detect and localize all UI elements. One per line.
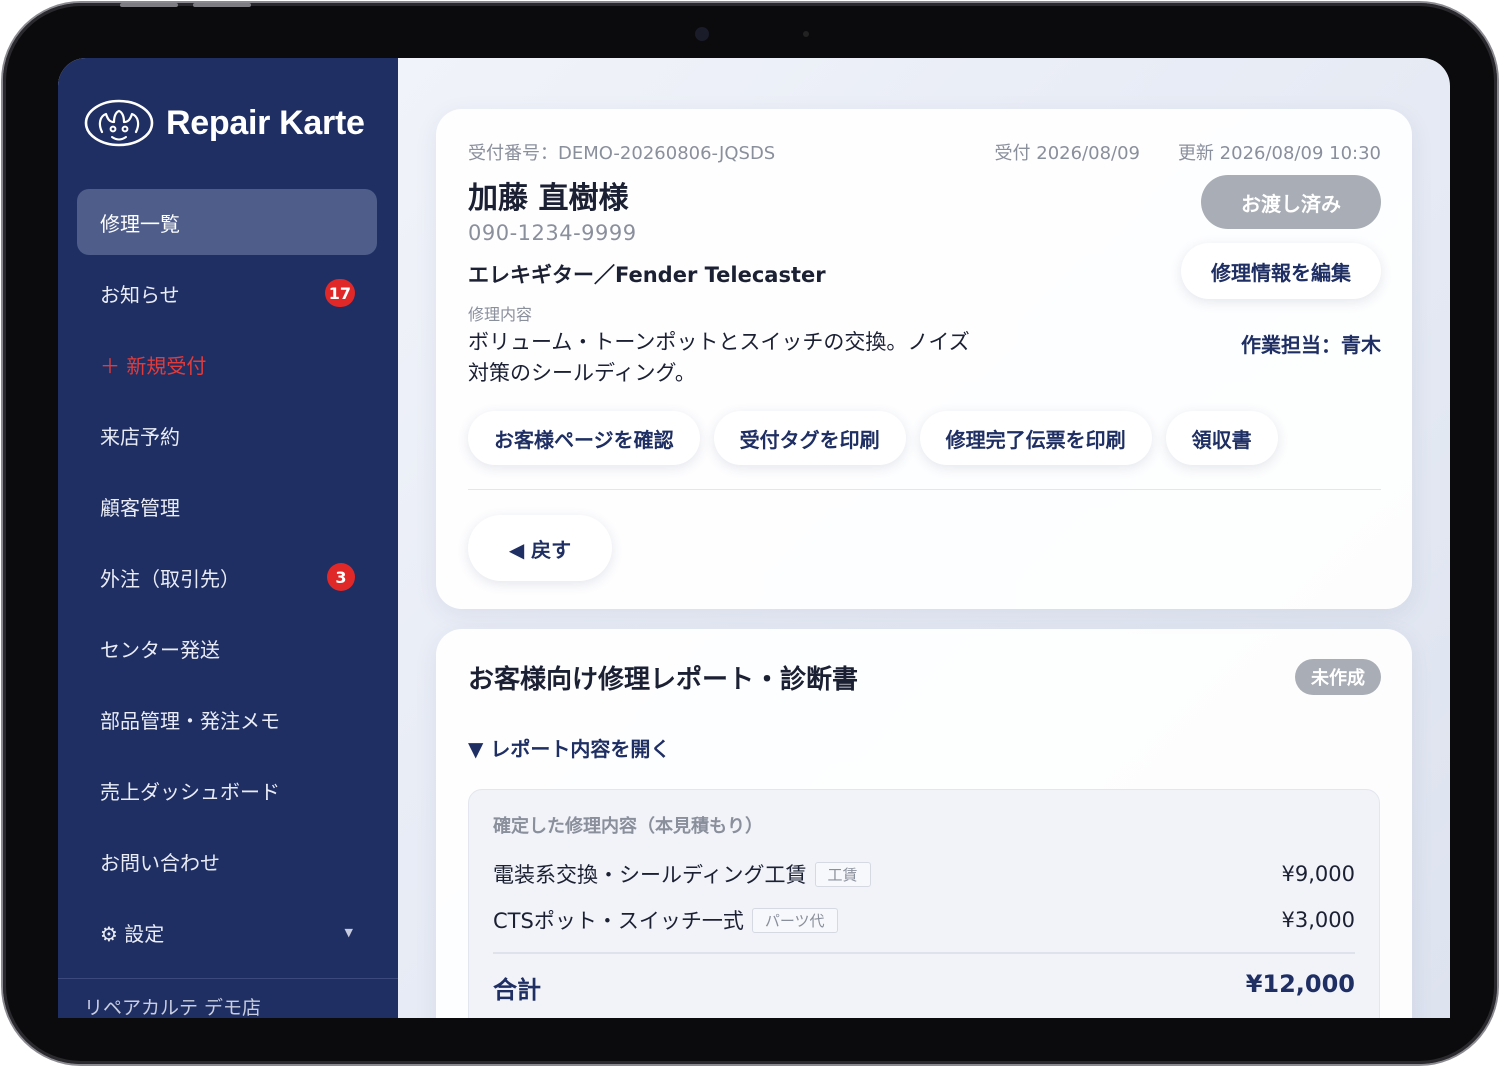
power-button [193, 3, 251, 7]
line-tag: 工賃 [814, 861, 871, 887]
action-buttons: お客様ページを確認 受付タグを印刷 修理完了伝票を印刷 領収書 [468, 411, 1278, 465]
line-price: ¥3,000 [1281, 908, 1355, 932]
receipt-button[interactable]: 領収書 [1165, 411, 1278, 465]
sidebar-item-settings[interactable]: ⚙ 設定 ▼ [77, 899, 377, 965]
sidebar-item-label: お知らせ [100, 282, 180, 307]
print-completion-slip-button[interactable]: 修理完了伝票を印刷 [919, 411, 1152, 465]
assignee: 作業担当：青木 [1241, 333, 1381, 357]
view-customer-page-button[interactable]: お客様ページを確認 [468, 411, 700, 465]
app-logo[interactable]: Repair Karte [84, 98, 365, 148]
repair-detail-card: 受付番号：DEMO-20260806-JQSDS 受付 2026/08/09 更… [436, 109, 1412, 609]
sidebar-item-label: センター発送 [100, 637, 220, 662]
sidebar-item-label: 来店予約 [100, 424, 180, 449]
estimate-box: 確定した修理内容（本見積もり） 電装系交換・シールディング工賃 工賃 ¥9,00… [468, 789, 1380, 1018]
back-button[interactable]: ◀ 戻す [468, 515, 612, 581]
customer-phone: 090-1234-9999 [468, 221, 637, 245]
repair-content: ボリューム・トーンポットとスイッチの交換。ノイズ対策のシールディング。 [468, 330, 970, 385]
sidebar-item-sales-dashboard[interactable]: 売上ダッシュボード [77, 757, 377, 823]
sidebar-item-outsourcing[interactable]: 外注（取引先） 3 [77, 544, 377, 610]
instrument-name: エレキギター／Fender Telecaster [468, 263, 826, 287]
total-row: 合計 ¥12,000 [493, 970, 1355, 1005]
sidebar-divider [58, 978, 398, 979]
sensor-dot [803, 31, 809, 37]
sidebar-item-center-shipping[interactable]: センター発送 [77, 615, 377, 681]
open-report-toggle[interactable]: ▼ レポート内容を開く [468, 733, 670, 762]
sidebar: Repair Karte 修理一覧 お知らせ 17 ＋ 新規受付 来店予約 顧客… [58, 58, 398, 1018]
total-amount: ¥12,000 [1245, 970, 1355, 998]
sidebar-item-new-intake[interactable]: ＋ 新規受付 [77, 331, 377, 397]
volume-button [120, 3, 178, 7]
total-divider [493, 952, 1355, 954]
report-title: お客様向け修理レポート・診断書 [468, 665, 859, 695]
line-tag: パーツ代 [751, 907, 838, 933]
sidebar-item-label: お問い合わせ [100, 850, 220, 875]
estimate-heading: 確定した修理内容（本見積もり） [493, 816, 763, 837]
sidebar-item-label: ⚙ 設定 [100, 921, 165, 946]
front-camera [695, 27, 709, 41]
sidebar-item-contact[interactable]: お問い合わせ [77, 828, 377, 894]
tablet-frame: Repair Karte 修理一覧 お知らせ 17 ＋ 新規受付 来店予約 顧客… [3, 3, 1497, 1064]
line-name: CTSポット・スイッチ一式 [493, 909, 744, 933]
sidebar-item-label: 修理一覧 [100, 211, 180, 236]
sidebar-item-customers[interactable]: 顧客管理 [77, 473, 377, 539]
updated-date: 更新 2026/08/09 10:30 [1177, 143, 1381, 164]
edit-repair-button[interactable]: 修理情報を編集 [1181, 243, 1381, 299]
receipt-number: 受付番号：DEMO-20260806-JQSDS [468, 143, 776, 164]
sidebar-item-repair-list[interactable]: 修理一覧 [77, 189, 377, 255]
line-price: ¥9,000 [1281, 862, 1355, 886]
repair-content-label: 修理内容 [468, 305, 533, 324]
total-label: 合計 [493, 976, 541, 1004]
report-status-badge: 未作成 [1295, 659, 1381, 695]
divider [468, 489, 1381, 490]
notification-badge: 17 [324, 279, 355, 307]
sidebar-nav: 修理一覧 お知らせ 17 ＋ 新規受付 来店予約 顧客管理 外注（取引先） 3 [77, 189, 377, 970]
customer-name: 加藤 直樹様 [468, 181, 629, 216]
sidebar-item-label: 売上ダッシュボード [100, 779, 280, 804]
outsourcing-badge: 3 [327, 563, 355, 591]
sidebar-item-parts[interactable]: 部品管理・発注メモ [77, 686, 377, 752]
sidebar-item-label: 顧客管理 [100, 495, 180, 520]
report-card: お客様向け修理レポート・診断書 未作成 ▼ レポート内容を開く 確定した修理内容… [436, 629, 1412, 1018]
chevron-down-icon: ▼ [344, 925, 353, 939]
screen: Repair Karte 修理一覧 お知らせ 17 ＋ 新規受付 来店予約 顧客… [58, 58, 1450, 1018]
sidebar-item-notices[interactable]: お知らせ 17 [77, 260, 377, 326]
sidebar-item-label: ＋ 新規受付 [100, 353, 207, 378]
estimate-line: 電装系交換・シールディング工賃 工賃 ¥9,000 [493, 858, 1355, 890]
received-date: 受付 2026/08/09 [994, 143, 1140, 164]
status-badge: お渡し済み [1201, 175, 1381, 229]
print-intake-tag-button[interactable]: 受付タグを印刷 [713, 411, 906, 465]
sidebar-item-label: 外注（取引先） [100, 566, 240, 591]
sidebar-item-label: 部品管理・発注メモ [100, 708, 280, 733]
sidebar-item-reservations[interactable]: 来店予約 [77, 402, 377, 468]
hands-logo-icon [84, 99, 154, 147]
shop-name: リペアカルテ デモ店 [84, 997, 262, 1018]
estimate-line: CTSポット・スイッチ一式 パーツ代 ¥3,000 [493, 904, 1355, 936]
line-name: 電装系交換・シールディング工賃 [493, 863, 807, 887]
app-name: Repair Karte [166, 103, 365, 142]
